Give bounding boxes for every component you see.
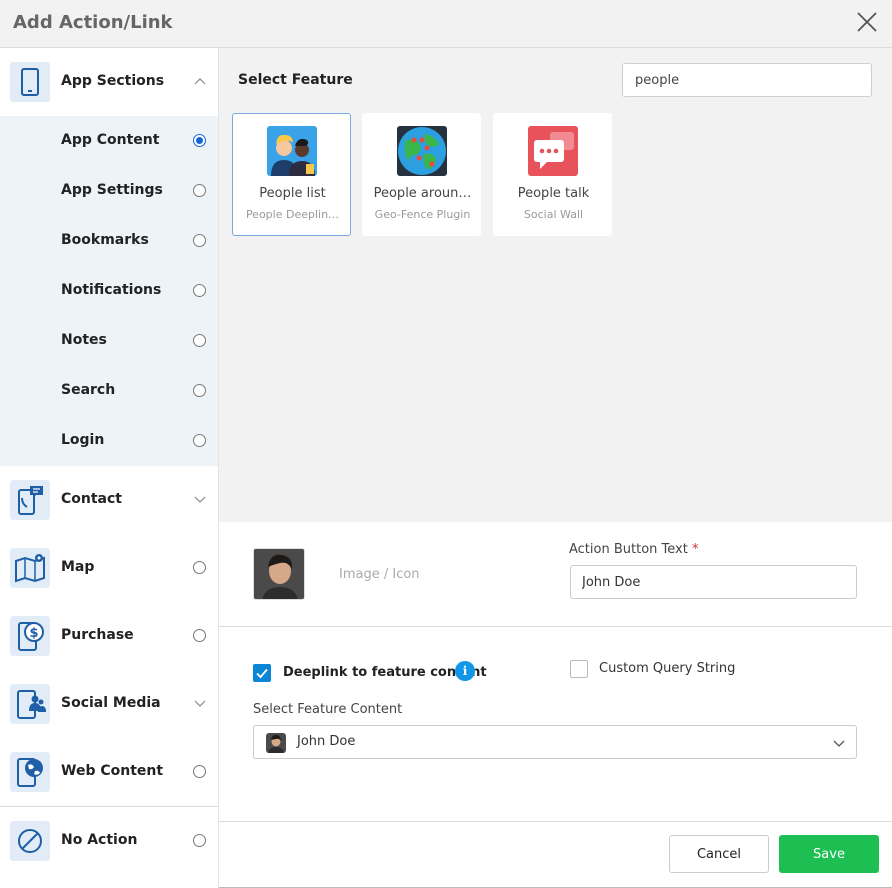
chevron-down-icon[interactable]	[193, 494, 207, 504]
sidebar-section-map[interactable]: Map	[0, 534, 218, 602]
avatar-image-upload[interactable]	[253, 548, 305, 600]
sidebar-item-app-content[interactable]: App Content	[0, 116, 218, 166]
sidebar-section-no-action[interactable]: No Action	[0, 807, 218, 875]
sidebar-item-app-settings[interactable]: App Settings	[0, 166, 218, 216]
people-list-icon	[267, 126, 317, 176]
select-feature-content-label: Select Feature Content	[253, 702, 403, 717]
radio[interactable]	[193, 434, 206, 447]
save-button[interactable]: Save	[779, 835, 879, 873]
globe-map-icon	[397, 126, 447, 176]
feature-content-select[interactable]: John Doe	[253, 725, 857, 759]
sidebar-item-label: App Settings	[61, 182, 163, 198]
sidebar-section-label: Purchase	[61, 627, 134, 643]
sidebar-section-social-media[interactable]: Social Media	[0, 670, 218, 738]
sidebar-section-web-content[interactable]: Web Content	[0, 738, 218, 806]
app-sections-list: App Content App Settings Bookmarks Notif…	[0, 116, 218, 466]
info-icon[interactable]: i	[455, 661, 475, 681]
sidebar-section-label: Contact	[61, 491, 122, 507]
sidebar-section-contact[interactable]: Contact	[0, 466, 218, 534]
action-button-text-label: Action Button Text *	[569, 542, 698, 557]
feature-card-people-around[interactable]: People aroun… Geo-Fence Plugin	[362, 113, 481, 236]
radio[interactable]	[193, 384, 206, 397]
radio[interactable]	[193, 561, 206, 574]
check-icon	[256, 668, 268, 679]
radio[interactable]	[193, 765, 206, 778]
select-feature-label: Select Feature	[238, 72, 353, 88]
action-button-text-label-text: Action Button Text	[569, 542, 688, 557]
avatar	[266, 733, 286, 753]
sidebar-item-notifications[interactable]: Notifications	[0, 266, 218, 316]
feature-card-name: People aroun…	[373, 186, 472, 201]
sidebar-item-label: Search	[61, 382, 116, 398]
selected-value: John Doe	[297, 734, 356, 749]
feature-search-input[interactable]	[622, 63, 872, 97]
chat-bubbles-icon	[528, 126, 578, 176]
sidebar-section-label: No Action	[61, 832, 138, 848]
chevron-up-icon[interactable]	[193, 76, 207, 86]
sidebar-section-app-sections[interactable]: App Sections	[0, 48, 218, 116]
sidebar-section-label: App Sections	[61, 73, 165, 89]
sidebar: App Sections App Content App Settings Bo…	[0, 48, 219, 888]
dollar-coin-icon: $	[10, 616, 50, 656]
sidebar-item-label: Notifications	[61, 282, 162, 298]
add-action-link-dialog: Add Action/Link App Sections App Content	[0, 0, 892, 888]
chevron-down-icon[interactable]	[193, 698, 207, 708]
globe-icon	[10, 752, 50, 792]
sidebar-section-label: Web Content	[61, 763, 164, 779]
deeplink-section: Deeplink to feature content i Custom Que…	[219, 627, 892, 822]
feature-card-subtitle: Social Wall	[523, 208, 584, 221]
radio[interactable]	[193, 234, 206, 247]
no-symbol-icon	[10, 821, 50, 861]
chevron-down-icon	[833, 740, 845, 747]
dialog-header: Add Action/Link	[0, 0, 892, 48]
cancel-button[interactable]: Cancel	[669, 835, 769, 873]
radio-selected[interactable]	[193, 134, 206, 147]
feature-card-people-list[interactable]: People list People Deeplin…	[232, 113, 351, 236]
people-group-icon	[10, 684, 50, 724]
radio[interactable]	[193, 629, 206, 642]
image-icon-label: Image / Icon	[339, 567, 420, 582]
required-marker: *	[691, 542, 699, 557]
close-icon[interactable]	[855, 10, 879, 34]
radio[interactable]	[193, 184, 206, 197]
feature-card-subtitle: Geo-Fence Plugin	[374, 208, 471, 221]
action-button-text-input[interactable]	[570, 565, 857, 599]
deeplink-checkbox[interactable]	[253, 664, 271, 682]
custom-query-checkbox[interactable]	[570, 660, 588, 678]
radio[interactable]	[193, 334, 206, 347]
custom-query-label: Custom Query String	[599, 661, 736, 676]
sidebar-item-label: Bookmarks	[61, 232, 149, 248]
sidebar-item-login[interactable]: Login	[0, 416, 218, 466]
sidebar-item-label: Notes	[61, 332, 107, 348]
sidebar-item-label: App Content	[61, 132, 160, 148]
sidebar-section-purchase[interactable]: $ Purchase	[0, 602, 218, 670]
feature-card-name: People talk	[517, 186, 590, 201]
feature-picker: Select Feature People list People Deepli…	[219, 48, 892, 522]
sidebar-item-notes[interactable]: Notes	[0, 316, 218, 366]
sidebar-item-label: Login	[61, 432, 105, 448]
feature-card-name: People list	[259, 186, 326, 201]
svg-text:$: $	[29, 626, 38, 641]
dialog-footer: Cancel Save	[219, 822, 892, 887]
feature-card-subtitle: People Deeplin…	[245, 208, 340, 221]
map-pin-icon	[10, 548, 50, 588]
dialog-title: Add Action/Link	[13, 12, 173, 33]
sidebar-section-label: Social Media	[61, 695, 161, 711]
radio[interactable]	[193, 284, 206, 297]
action-button-section: Image / Icon Action Button Text *	[219, 522, 892, 627]
sidebar-item-bookmarks[interactable]: Bookmarks	[0, 216, 218, 266]
feature-card-people-talk[interactable]: People talk Social Wall	[493, 113, 612, 236]
phone-chat-icon	[10, 480, 50, 520]
sidebar-section-label: Map	[61, 559, 95, 575]
mobile-phone-icon	[10, 62, 50, 102]
radio[interactable]	[193, 834, 206, 847]
sidebar-item-search[interactable]: Search	[0, 366, 218, 416]
